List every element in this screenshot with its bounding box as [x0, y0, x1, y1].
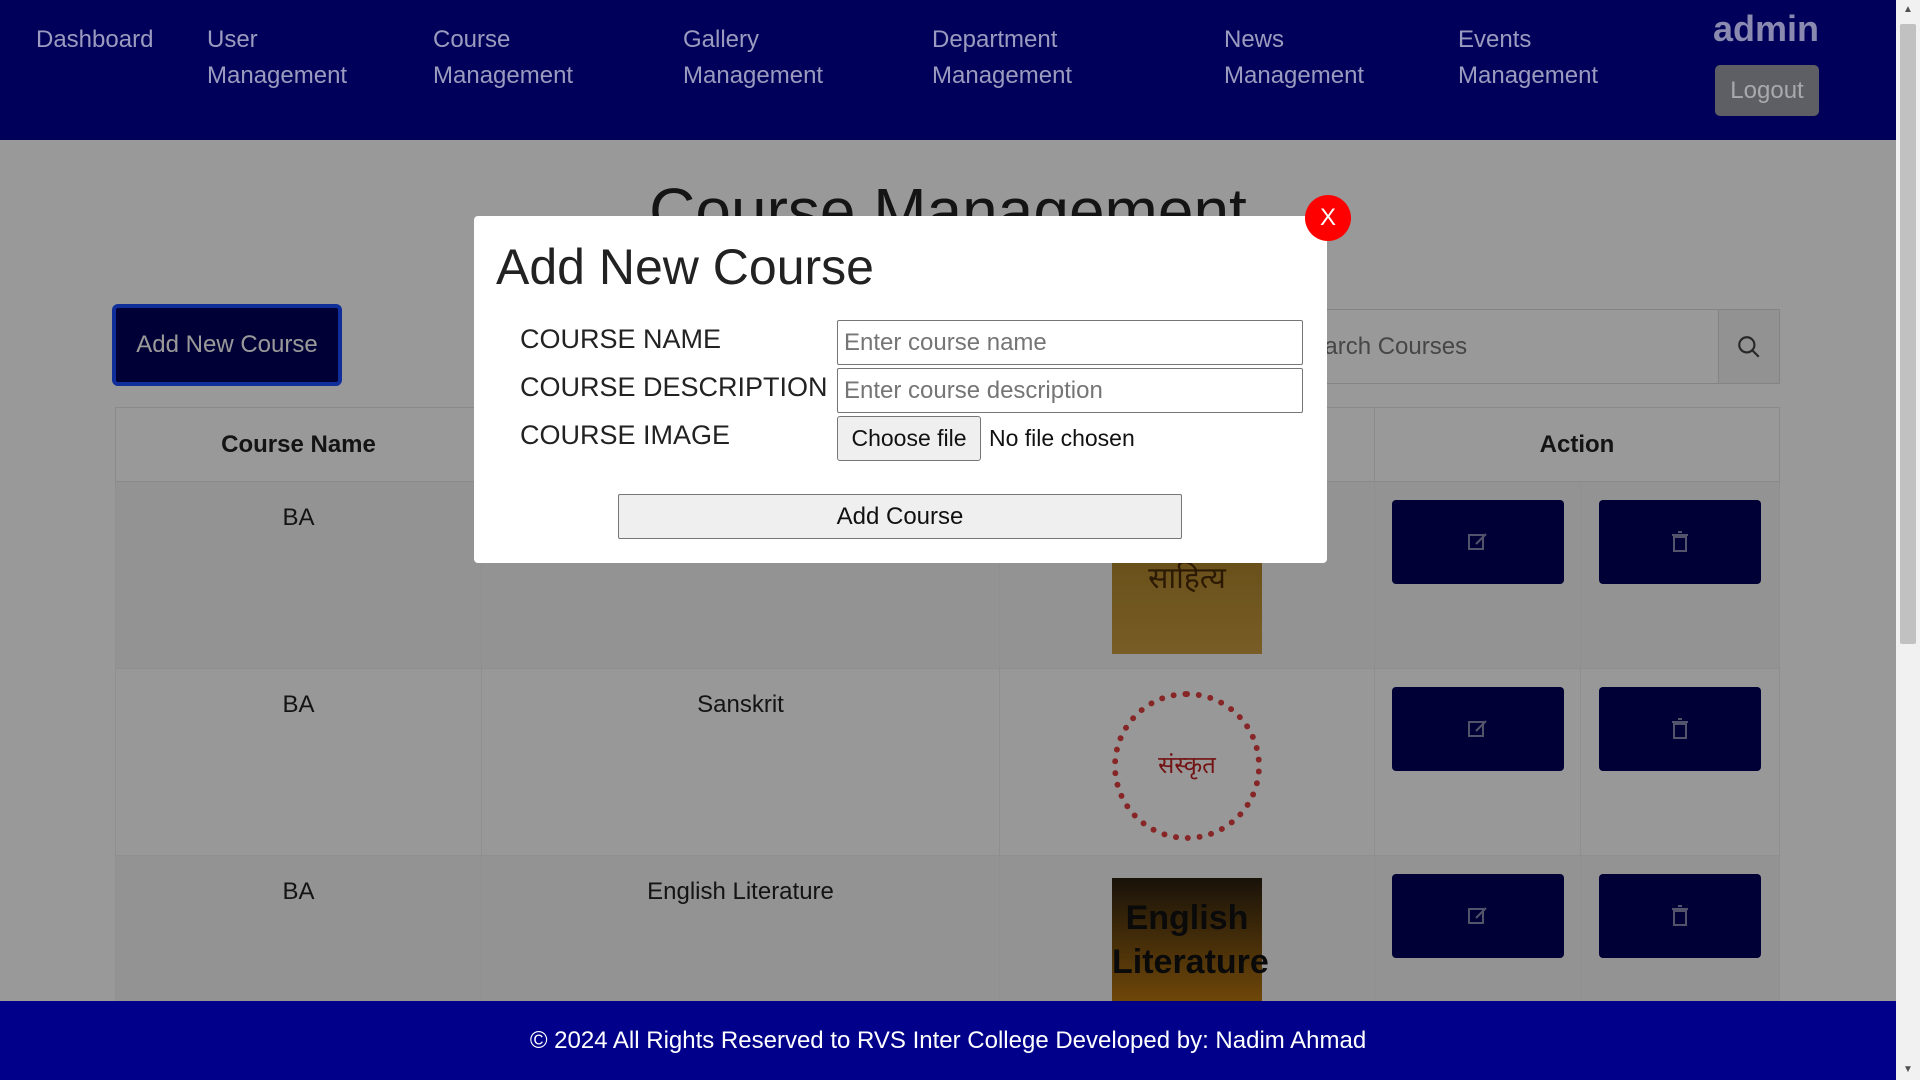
add-course-submit-button[interactable]: Add Course — [618, 494, 1182, 539]
scroll-up-arrow[interactable]: ▲ — [1896, 0, 1920, 20]
nav-course-management[interactable]: Course Management — [433, 22, 583, 94]
add-course-modal: Add New Course X COURSE NAME COURSE DESC… — [474, 195, 1351, 563]
nav-gallery-management[interactable]: Gallery Management — [683, 22, 833, 94]
course-name-label: COURSE NAME — [520, 324, 722, 354]
course-image-label: COURSE IMAGE — [520, 420, 731, 450]
footer-copyright: © 2024 All Rights Reserved to RVS Inter … — [529, 1026, 1367, 1054]
course-description-label: COURSE DESCRIPTION — [520, 372, 828, 402]
nav-dashboard[interactable]: Dashboard — [36, 22, 153, 58]
scroll-thumb[interactable] — [1900, 24, 1916, 644]
nav-department-management[interactable]: Department Management — [932, 22, 1102, 94]
modal-title: Add New Course — [496, 239, 874, 295]
nav-events-management[interactable]: Events Management — [1458, 22, 1608, 94]
file-status-text: No file chosen — [989, 425, 1135, 451]
nav-news-management[interactable]: News Management — [1224, 22, 1374, 94]
course-description-input[interactable] — [837, 368, 1303, 413]
footer: © 2024 All Rights Reserved to RVS Inter … — [0, 1001, 1896, 1080]
top-navbar: Dashboard User Management Course Managem… — [0, 0, 1896, 140]
nav-user-management[interactable]: User Management — [207, 22, 357, 94]
choose-file-button[interactable]: Choose file — [837, 416, 981, 461]
scroll-down-arrow[interactable]: ▼ — [1896, 1060, 1920, 1080]
current-user-name: admin — [1713, 8, 1820, 49]
page-scrollbar[interactable]: ▲ ▼ — [1896, 0, 1920, 1080]
close-modal-button[interactable]: X — [1305, 195, 1351, 241]
course-name-input[interactable] — [837, 320, 1303, 365]
logout-button[interactable]: Logout — [1715, 65, 1819, 116]
